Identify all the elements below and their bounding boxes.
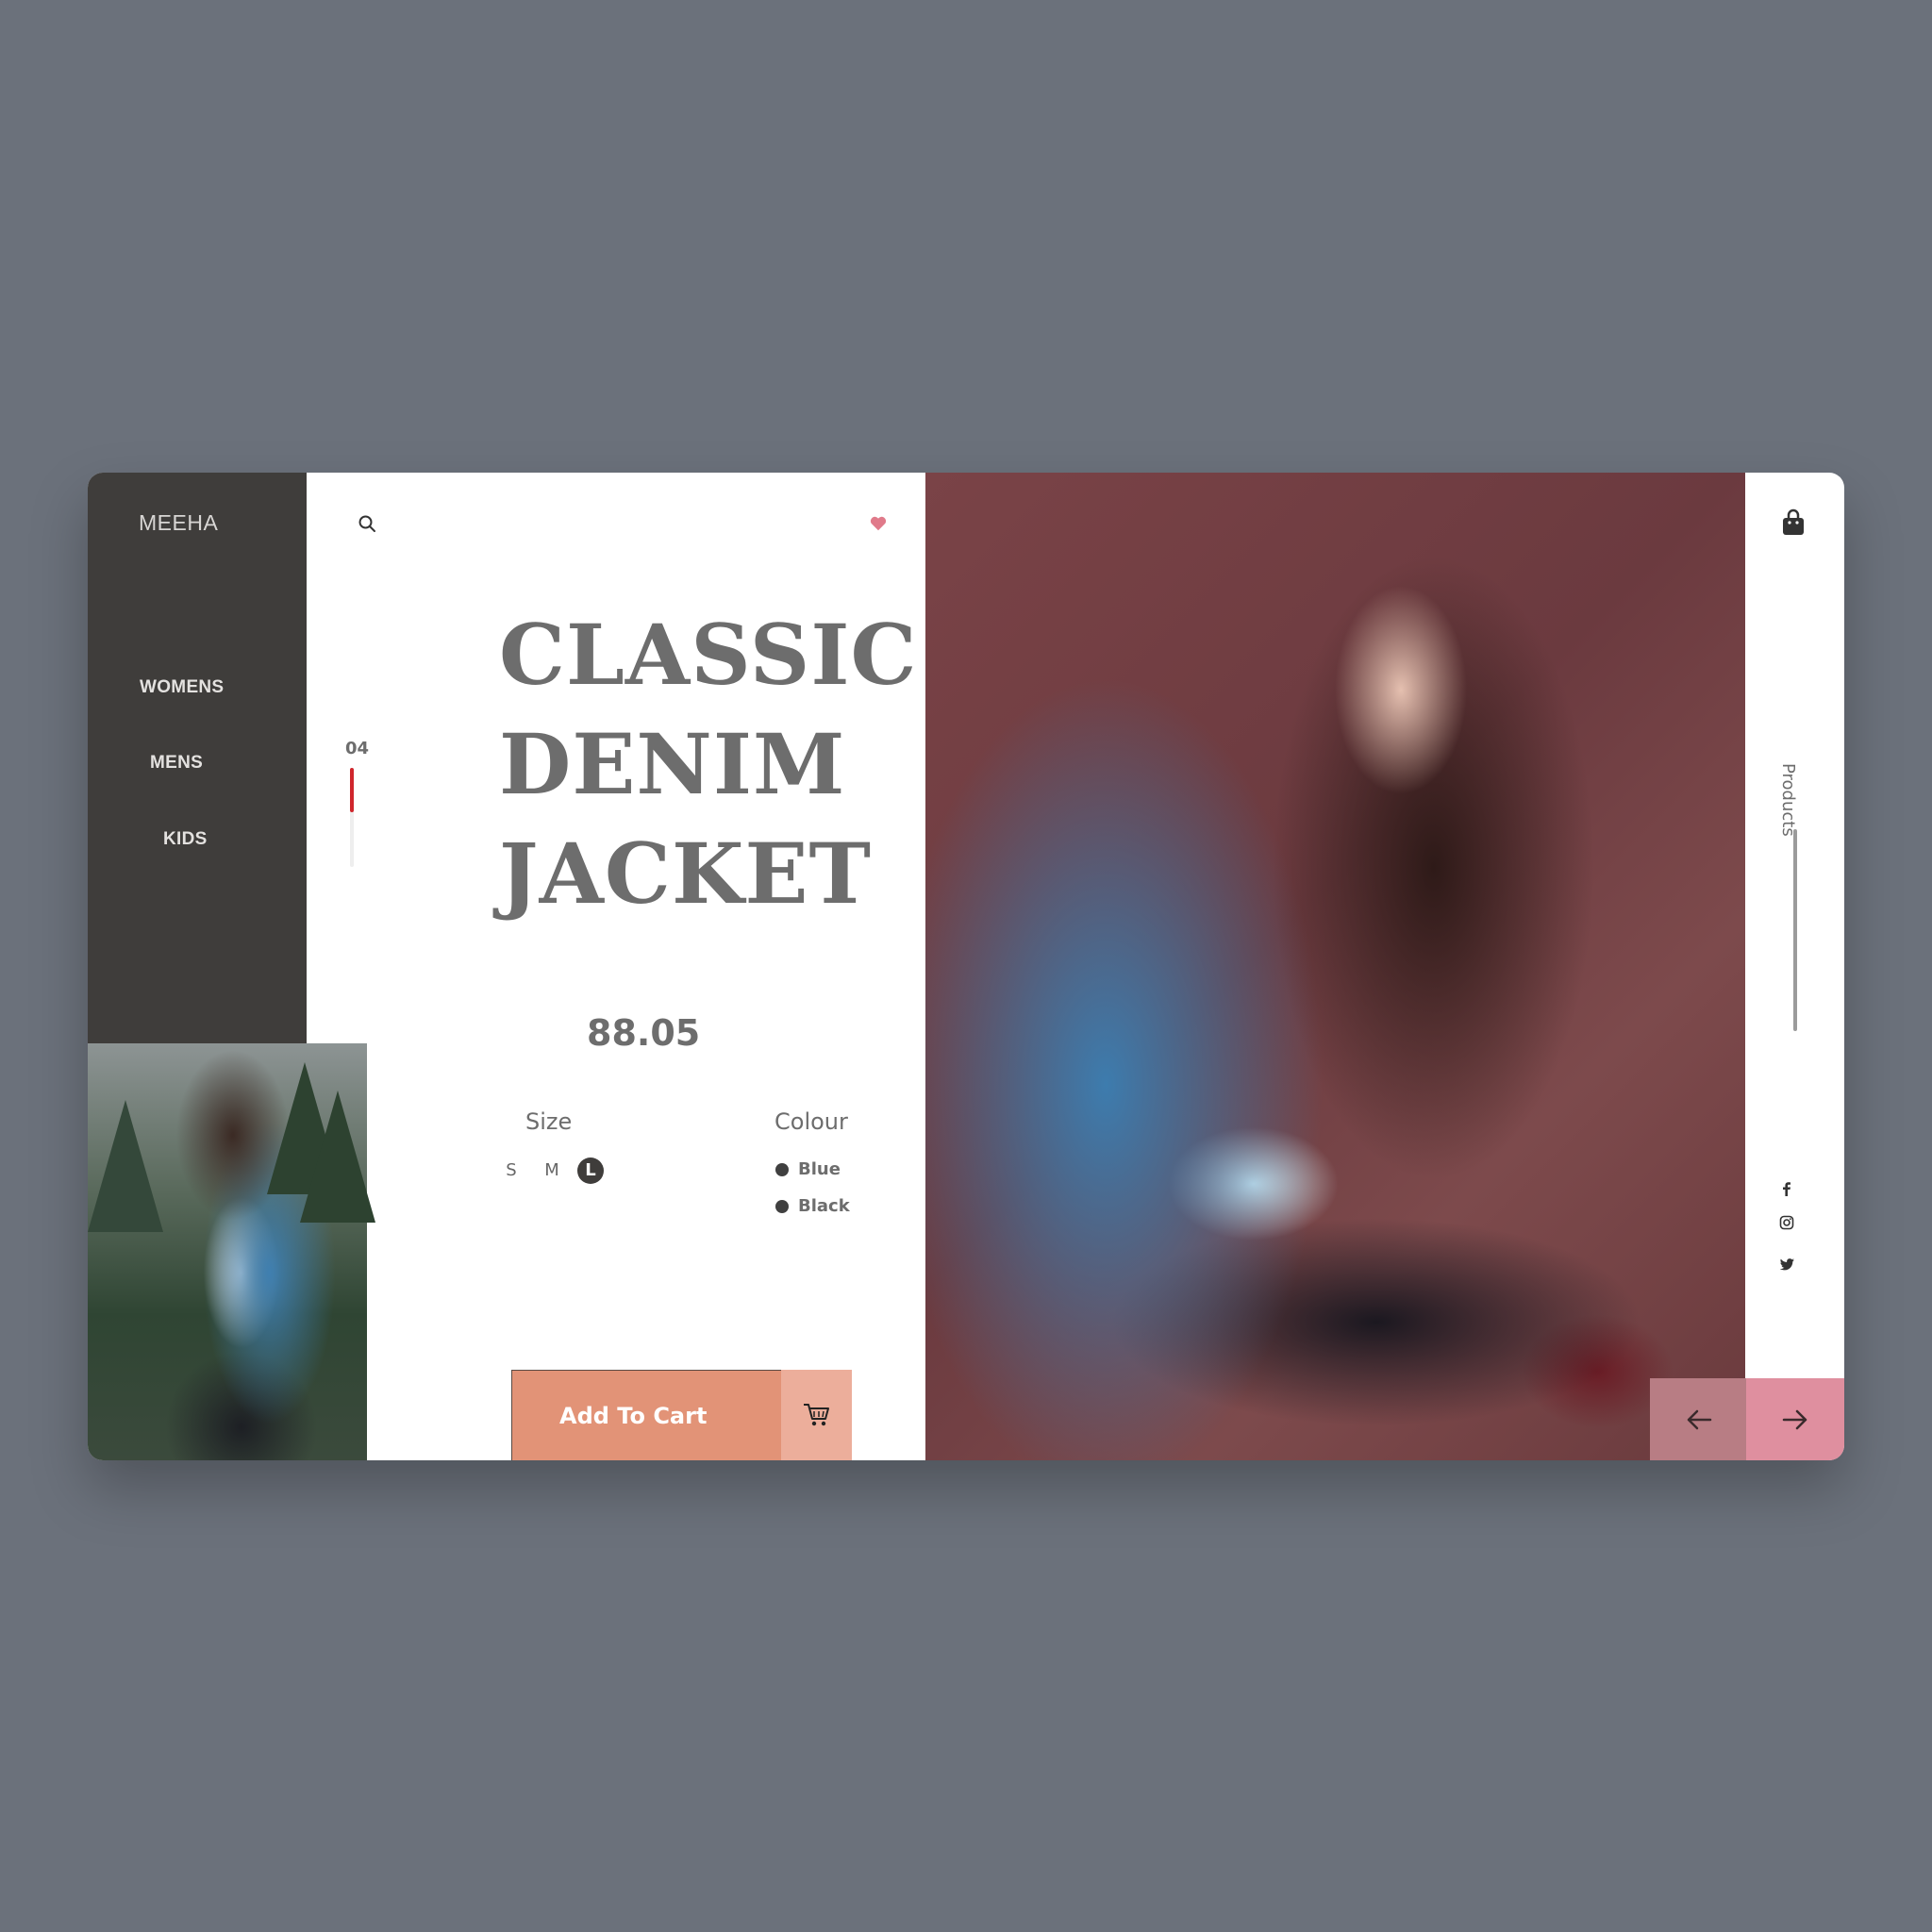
- products-section-label[interactable]: Products: [1778, 763, 1798, 837]
- colour-option-black[interactable]: Black: [775, 1196, 850, 1216]
- next-button[interactable]: [1746, 1378, 1844, 1460]
- thumbnail-photo[interactable]: [88, 1043, 375, 1460]
- cart-icon: [803, 1404, 829, 1426]
- product-title-line: CLASSIC: [499, 606, 918, 704]
- product-card: MEEHA WOMENS MENS KIDS 04 CLASSIC DENIM …: [88, 473, 1844, 1460]
- slide-progress: [350, 768, 354, 867]
- brand-logo[interactable]: MEEHA: [139, 510, 218, 536]
- size-option-l[interactable]: L: [577, 1158, 604, 1184]
- arrow-right-icon: [1782, 1409, 1807, 1429]
- size-label: Size: [525, 1108, 573, 1135]
- shopping-bag-icon[interactable]: [1780, 508, 1807, 537]
- rail-divider: [1793, 829, 1797, 1031]
- size-option-m[interactable]: M: [539, 1158, 565, 1184]
- arrow-left-icon: [1687, 1409, 1712, 1429]
- nav-item-kids[interactable]: KIDS: [163, 829, 208, 850]
- nav-item-mens[interactable]: MENS: [150, 753, 203, 774]
- colour-option-blue[interactable]: Blue: [775, 1159, 841, 1179]
- colour-option-label: Blue: [798, 1159, 841, 1179]
- colour-option-label: Black: [798, 1196, 850, 1216]
- sidebar: MEEHA WOMENS MENS KIDS: [88, 473, 307, 1043]
- colour-swatch: [775, 1162, 789, 1176]
- heart-icon[interactable]: [870, 515, 887, 532]
- slide-progress-fill: [350, 768, 354, 813]
- add-to-cart-button[interactable]: Add To Cart: [511, 1370, 782, 1460]
- size-option-s[interactable]: S: [498, 1158, 525, 1184]
- facebook-icon[interactable]: [1778, 1180, 1795, 1197]
- slide-counter: 04: [345, 739, 370, 758]
- colour-label: Colour: [774, 1108, 848, 1135]
- colour-swatch: [775, 1199, 789, 1213]
- product-title-line: DENIM: [499, 715, 846, 813]
- prev-button[interactable]: [1650, 1378, 1748, 1460]
- hero-photo: [925, 473, 1745, 1460]
- product-title: CLASSIC DENIM JACKET: [499, 600, 918, 928]
- instagram-icon[interactable]: [1778, 1214, 1795, 1231]
- twitter-icon[interactable]: [1779, 1256, 1796, 1273]
- nav-item-womens[interactable]: WOMENS: [140, 677, 224, 698]
- product-price: 88.05: [587, 1012, 701, 1054]
- cart-icon-button[interactable]: [781, 1370, 852, 1460]
- product-title-line: JACKET: [499, 824, 872, 923]
- search-icon[interactable]: [358, 514, 376, 533]
